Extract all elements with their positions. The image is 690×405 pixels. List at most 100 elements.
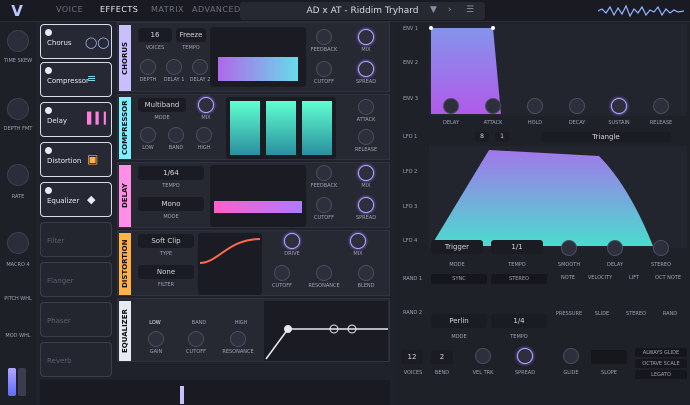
save-icon[interactable]: ▼: [430, 5, 437, 15]
lfo1-label[interactable]: LFO 1: [403, 134, 417, 140]
env-delay-knob[interactable]: [443, 98, 459, 114]
env3-label[interactable]: ENV 3: [403, 96, 418, 102]
lfo-mode-value[interactable]: Trigger: [431, 240, 483, 254]
menu-icon[interactable]: ☰: [466, 5, 474, 15]
glide-knob[interactable]: [563, 348, 579, 364]
fx-chorus[interactable]: Chorus ◯◯: [40, 24, 112, 59]
dist-mix-knob[interactable]: [350, 233, 366, 249]
always-glide-toggle[interactable]: ALWAYS GLIDE: [635, 348, 687, 357]
lfo-stereo-knob[interactable]: [653, 240, 669, 256]
chorus-tempo-value[interactable]: Freeze: [176, 28, 206, 42]
eq-high-tab[interactable]: HIGH: [226, 320, 256, 326]
dist-type-value[interactable]: Soft Clip: [138, 234, 194, 248]
equalizer-power-icon[interactable]: [45, 187, 52, 194]
lfo-graph[interactable]: [429, 146, 687, 248]
mod-pressure[interactable]: PRESSURE: [553, 311, 585, 317]
mod-stereo[interactable]: STEREO: [621, 311, 651, 317]
mod-rand[interactable]: RAND: [657, 311, 683, 317]
dist-blend-knob[interactable]: [358, 265, 374, 281]
voices-value[interactable]: 12: [401, 350, 423, 364]
dist-resonance-knob[interactable]: [316, 265, 332, 281]
lfo-page[interactable]: 1: [495, 132, 509, 142]
delay-cutoff-knob[interactable]: [316, 197, 332, 213]
delay-tempo-value[interactable]: 1/64: [138, 166, 204, 180]
env1-label[interactable]: ENV 1: [403, 26, 418, 32]
env-hold-knob[interactable]: [527, 98, 543, 114]
fx-flanger[interactable]: Flanger: [40, 262, 112, 297]
lfo4-label[interactable]: LFO 4: [403, 238, 417, 244]
fx-distortion[interactable]: Distortion ▣: [40, 142, 112, 177]
chorus-voices-value[interactable]: 16: [138, 28, 172, 42]
chorus-feedback-knob[interactable]: [316, 29, 332, 45]
eq-low-tab[interactable]: LOW: [140, 320, 170, 326]
rand-sync-toggle[interactable]: SYNC: [431, 274, 487, 284]
delay-spread-knob[interactable]: [358, 197, 374, 213]
time-skew-knob[interactable]: [7, 30, 29, 52]
dist-drive-knob[interactable]: [284, 233, 300, 249]
rand1-label[interactable]: RAND 1: [403, 276, 422, 282]
lfo3-label[interactable]: LFO 3: [403, 204, 417, 210]
legato-toggle[interactable]: LEGATO: [635, 370, 687, 379]
rand-tempo-value[interactable]: 1/4: [491, 314, 547, 328]
mod-oct-note[interactable]: OCT NOTE: [651, 275, 685, 281]
chorus-power-icon[interactable]: [45, 29, 52, 36]
octave-scale-toggle[interactable]: OCTAVE SCALE: [635, 359, 687, 368]
fx-reverb[interactable]: Reverb: [40, 342, 112, 377]
lfo-delay-knob[interactable]: [607, 240, 623, 256]
eq-gain-knob[interactable]: [148, 331, 164, 347]
mod-note[interactable]: NOTE: [555, 275, 581, 281]
mod-velocity[interactable]: VELOCITY: [585, 275, 615, 281]
mod-wheel[interactable]: [18, 368, 26, 396]
rand-mode-value[interactable]: Perlin: [431, 314, 487, 328]
bend-value[interactable]: 2: [431, 350, 453, 364]
tab-voice[interactable]: VOICE: [56, 5, 83, 14]
chorus-mix-knob[interactable]: [358, 29, 374, 45]
comp-attack-knob[interactable]: [358, 99, 374, 115]
lfo-grid-count[interactable]: 8: [475, 132, 489, 142]
chorus-delay2-knob[interactable]: [192, 59, 208, 75]
mod-slide[interactable]: SLIDE: [589, 311, 615, 317]
comp-release-knob[interactable]: [358, 129, 374, 145]
tab-matrix[interactable]: MATRIX: [151, 5, 184, 14]
rate-knob[interactable]: [7, 164, 29, 186]
lfo-tempo-value[interactable]: 1/1: [491, 240, 543, 254]
delay-power-icon[interactable]: [45, 107, 52, 114]
comp-mix-knob[interactable]: [198, 97, 214, 113]
distortion-power-icon[interactable]: [45, 147, 52, 154]
comp-mode-value[interactable]: Multiband: [138, 98, 186, 112]
spread-knob[interactable]: [517, 348, 533, 364]
vel-trk-knob[interactable]: [475, 348, 491, 364]
rand-stereo-toggle[interactable]: STEREO: [491, 274, 547, 284]
dist-filter-value[interactable]: None: [138, 265, 194, 279]
fx-equalizer[interactable]: Equalizer ◆: [40, 182, 112, 217]
dist-cutoff-knob[interactable]: [274, 265, 290, 281]
pitch-wheel[interactable]: [8, 368, 16, 396]
delay-feedback-knob[interactable]: [316, 165, 332, 181]
eq-resonance-knob[interactable]: [230, 331, 246, 347]
fx-delay[interactable]: Delay ▌▍▎: [40, 102, 112, 137]
slope-control[interactable]: [591, 350, 627, 364]
chorus-spread-knob[interactable]: [358, 61, 374, 77]
chorus-depth-knob[interactable]: [140, 59, 156, 75]
env-decay-knob[interactable]: [569, 98, 585, 114]
lfo-shape-select[interactable]: Triangle: [541, 132, 671, 142]
comp-low-knob[interactable]: [140, 127, 156, 143]
macro-4-knob[interactable]: [7, 232, 29, 254]
eq-cutoff-knob[interactable]: [188, 331, 204, 347]
compressor-power-icon[interactable]: [45, 67, 52, 74]
delay-mode-value[interactable]: Mono: [138, 197, 204, 211]
eq-band-tab[interactable]: BAND: [184, 320, 214, 326]
rand2-label[interactable]: RAND 2: [403, 310, 422, 316]
env-sustain-knob[interactable]: [611, 98, 627, 114]
mod-lift[interactable]: LIFT: [621, 275, 647, 281]
env-release-knob[interactable]: [653, 98, 669, 114]
chorus-delay1-knob[interactable]: [166, 59, 182, 75]
tab-advanced[interactable]: ADVANCED: [192, 5, 241, 14]
delay-mix-knob[interactable]: [358, 165, 374, 181]
fx-compressor[interactable]: Compressor ≡: [40, 62, 112, 97]
envelope-graph[interactable]: [429, 24, 687, 116]
env2-label[interactable]: ENV 2: [403, 60, 418, 66]
env-attack-knob[interactable]: [485, 98, 501, 114]
keyboard-strip[interactable]: [40, 380, 390, 405]
fx-phaser[interactable]: Phaser: [40, 302, 112, 337]
